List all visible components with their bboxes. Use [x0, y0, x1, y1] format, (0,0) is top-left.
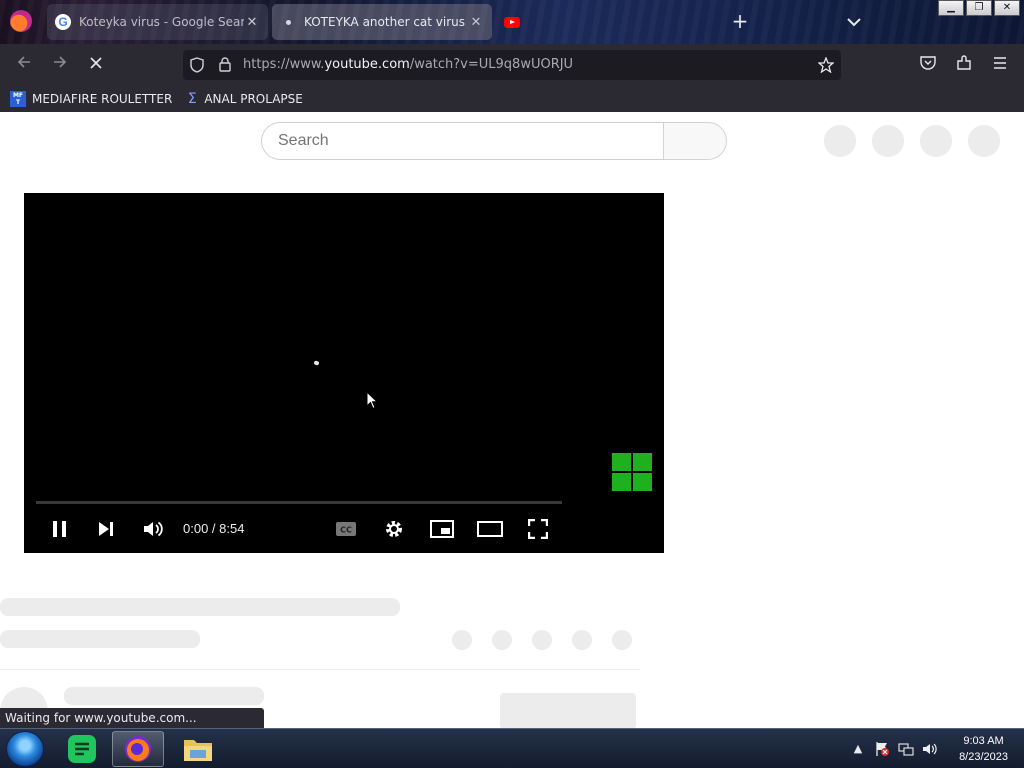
forward-button[interactable]	[48, 53, 72, 77]
start-button[interactable]	[6, 731, 44, 767]
youtube-icon	[504, 14, 520, 30]
status-panel: Waiting for www.youtube.com...	[0, 708, 264, 728]
windows-logo-icon	[612, 453, 652, 491]
google-icon: G	[55, 14, 71, 30]
taskbar-firefox[interactable]	[112, 731, 164, 767]
lock-icon[interactable]	[217, 57, 233, 73]
list-all-tabs-button[interactable]	[842, 10, 866, 34]
window-controls: ▁ ❐ ✕	[936, 0, 1020, 17]
next-button[interactable]	[94, 516, 118, 542]
subtitle-placeholder	[0, 630, 200, 648]
address-bar[interactable]: https://www.youtube.com/watch?v=UL9q8wUO…	[183, 50, 841, 80]
pause-button[interactable]	[48, 516, 72, 542]
channel-placeholder	[64, 687, 264, 705]
close-window-button[interactable]: ✕	[994, 0, 1020, 16]
tab-koteyka-video[interactable]: KOTEYKA another cat virus (cre ✕	[272, 4, 492, 40]
clock-date: 8/23/2023	[959, 751, 1008, 763]
tab-google-search[interactable]: G Koteyka virus - Google Search ✕	[47, 4, 268, 40]
clock-time: 9:03 AM	[963, 735, 1004, 747]
close-tab-icon[interactable]: ✕	[244, 15, 260, 30]
taskbar-file-explorer[interactable]	[172, 731, 224, 767]
pocket-icon[interactable]	[918, 55, 938, 75]
volume-icon[interactable]	[141, 516, 165, 542]
firefox-view-icon[interactable]	[10, 10, 32, 32]
tab-youtube[interactable]	[496, 4, 716, 40]
new-tab-button[interactable]: +	[728, 10, 752, 34]
tab-label: Koteyka virus - Google Search	[79, 15, 244, 29]
stop-loading-button[interactable]	[84, 53, 108, 77]
close-tab-icon[interactable]: ✕	[468, 15, 484, 30]
action-placeholder-icon	[612, 630, 632, 650]
taskbar: ▲ 9:03 AM 8/23/2023	[0, 728, 1024, 768]
youtube-page: Search 0:00 / 8:54 CC	[0, 112, 1024, 728]
video-player[interactable]: 0:00 / 8:54 CC	[24, 193, 664, 553]
desktop-screen: G Koteyka virus - Google Search ✕ KOTEYK…	[0, 0, 1024, 768]
system-clock[interactable]: 9:03 AM 8/23/2023	[959, 733, 1008, 765]
subscribe-placeholder	[500, 693, 636, 728]
bookmark-mediafire-rouletter[interactable]: MF T MEDIAFIRE ROULETTER	[10, 91, 172, 107]
bookmark-label: ANAL PROLAPSE	[204, 92, 303, 106]
sigma-icon: Σ	[187, 91, 197, 107]
folder-icon	[184, 740, 212, 761]
fullscreen-icon[interactable]	[525, 516, 551, 542]
bookmarks-toolbar: MF T MEDIAFIRE ROULETTER Σ ANAL PROLAPSE	[0, 86, 1024, 112]
show-hidden-icons-chevron-icon[interactable]: ▲	[850, 741, 866, 757]
speaker-icon[interactable]	[922, 741, 938, 757]
navigation-toolbar: https://www.youtube.com/watch?v=UL9q8wUO…	[0, 44, 1024, 86]
bookmark-anal-prolapse[interactable]: Σ ANAL PROLAPSE	[184, 91, 303, 107]
search-input[interactable]: Search	[261, 122, 663, 160]
action-placeholder-icon	[452, 630, 472, 650]
progress-bar[interactable]	[36, 501, 562, 504]
browser-tabstrip: G Koteyka virus - Google Search ✕ KOTEYK…	[0, 0, 1024, 44]
search-button[interactable]	[663, 122, 727, 160]
header-placeholder-icon	[920, 125, 952, 157]
divider	[0, 669, 640, 670]
captions-icon[interactable]: CC	[333, 516, 359, 542]
svg-text:CC: CC	[340, 526, 352, 535]
network-icon[interactable]	[898, 741, 914, 757]
theater-mode-icon[interactable]	[477, 516, 503, 542]
header-placeholder-icon	[824, 125, 856, 157]
minimize-button[interactable]: ▁	[938, 0, 964, 16]
taskbar-notes-app[interactable]	[56, 731, 108, 767]
action-placeholder-icon	[492, 630, 512, 650]
settings-gear-icon[interactable]	[381, 516, 407, 542]
mouse-cursor-icon	[366, 391, 378, 410]
bookmark-label: MEDIAFIRE ROULETTER	[32, 92, 173, 106]
action-center-flag-icon[interactable]	[874, 741, 890, 757]
hamburger-menu-icon[interactable]	[990, 55, 1010, 75]
back-button[interactable]	[12, 53, 36, 77]
firefox-icon	[125, 736, 151, 762]
tab-label: KOTEYKA another cat virus (cre	[304, 15, 468, 29]
miniplayer-icon[interactable]	[429, 516, 455, 542]
extensions-icon[interactable]	[954, 55, 974, 75]
time-display: 0:00 / 8:54	[183, 521, 245, 536]
action-placeholder-icon	[532, 630, 552, 650]
loading-dot-icon	[280, 14, 296, 30]
tracking-protection-shield-icon[interactable]	[189, 57, 205, 73]
maximize-button[interactable]: ❐	[966, 0, 992, 16]
header-placeholder-icon	[968, 125, 1000, 157]
bookmark-star-icon[interactable]	[817, 56, 835, 74]
loading-spinner	[313, 360, 320, 366]
header-placeholder-icon	[872, 125, 904, 157]
notes-app-icon	[68, 735, 96, 763]
url-text: https://www.youtube.com/watch?v=UL9q8wUO…	[243, 57, 574, 72]
title-placeholder	[0, 598, 400, 616]
mediafire-icon: MF T	[10, 91, 26, 107]
action-placeholder-icon	[572, 630, 592, 650]
